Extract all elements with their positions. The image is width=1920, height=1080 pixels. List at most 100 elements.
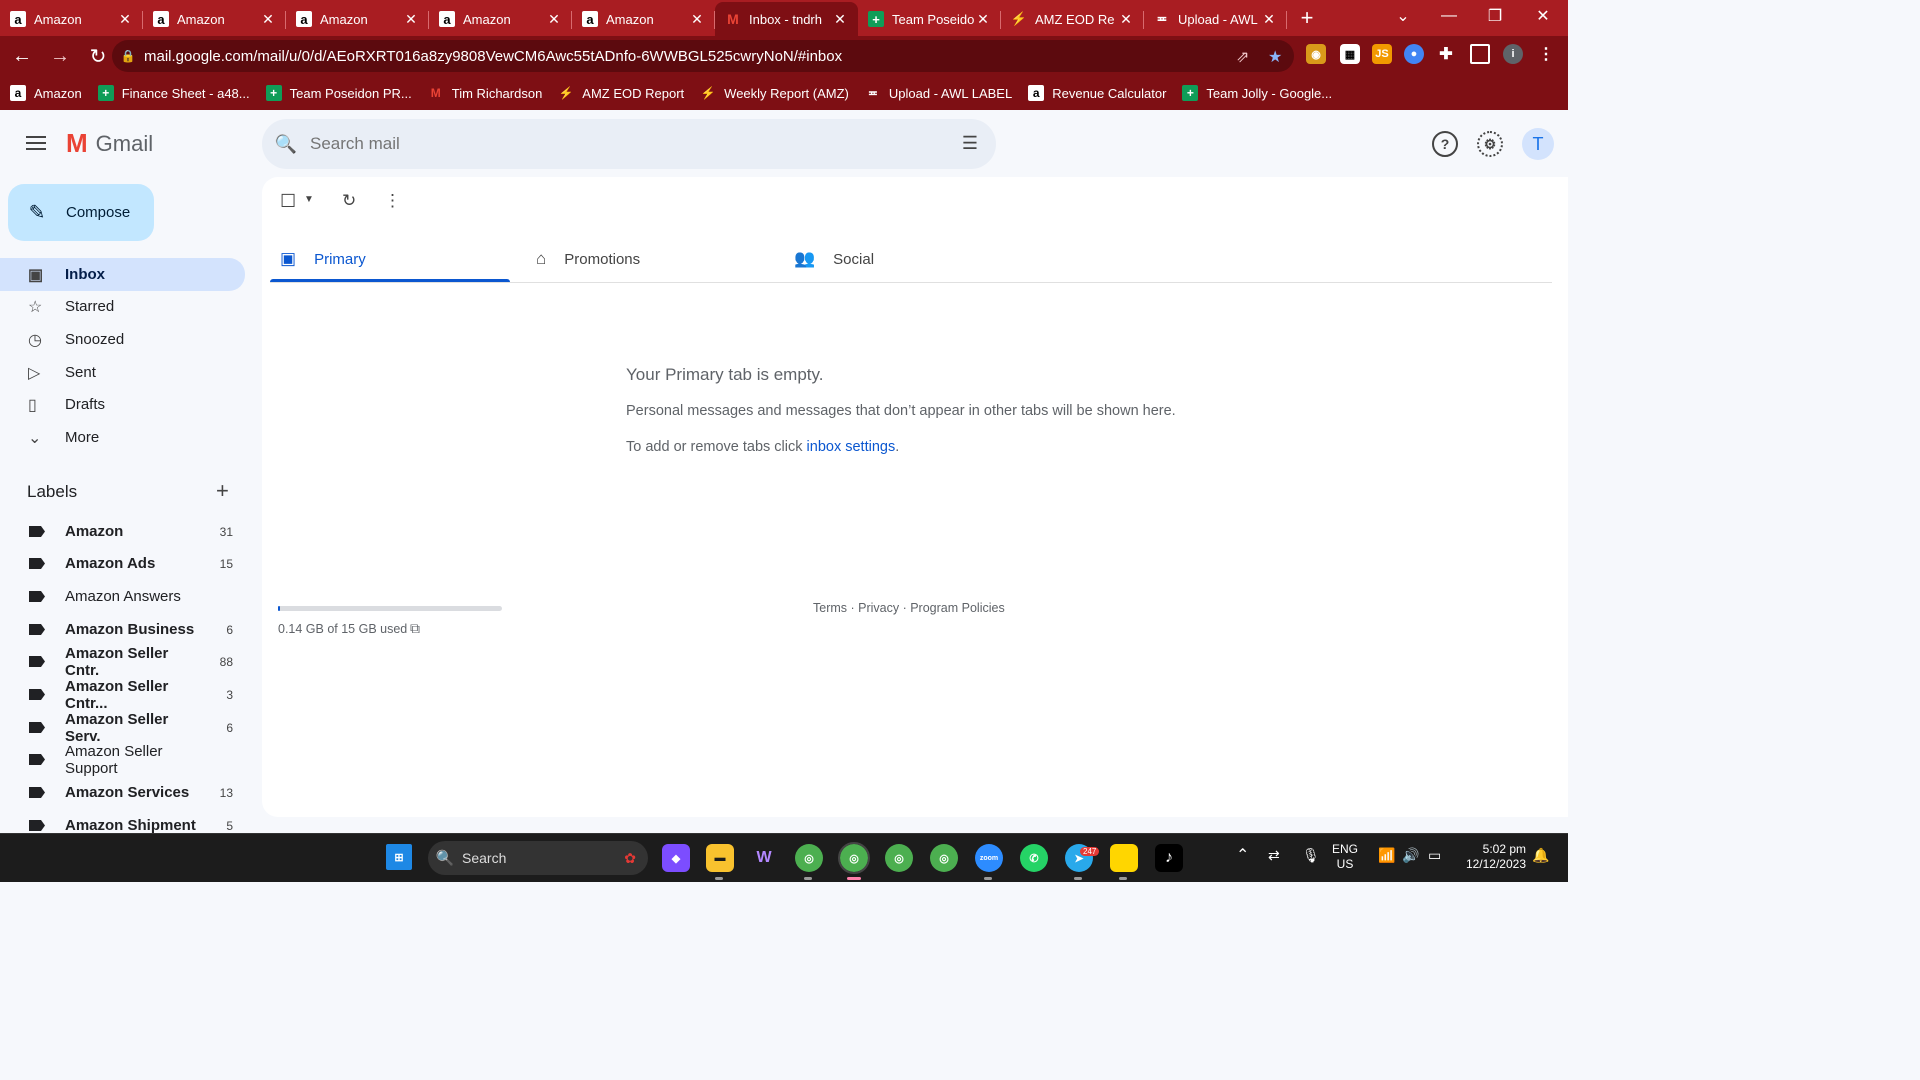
file-explorer-icon[interactable]: ▬ (706, 844, 734, 872)
reload-icon[interactable]: ↻ (82, 40, 114, 72)
w-app-icon[interactable]: W (750, 844, 778, 872)
select-checkbox[interactable]: ☐ (280, 191, 296, 212)
chrome-icon[interactable]: ◎ (930, 844, 958, 872)
label-item[interactable]: Amazon Business 6 (0, 613, 245, 646)
browser-tab[interactable]: a Amazon ✕ (572, 2, 715, 36)
extension-icon[interactable]: ◉ (1306, 44, 1326, 64)
label-item[interactable]: Amazon Seller Support (0, 743, 245, 777)
account-avatar[interactable]: T (1522, 128, 1554, 160)
copilot-icon[interactable]: ◆ (662, 844, 690, 872)
menu-dots-icon[interactable]: ⋮ (1536, 44, 1556, 64)
browser-tab[interactable]: a Amazon ✕ (429, 2, 572, 36)
restore-icon[interactable]: ❐ (1472, 0, 1518, 32)
volume-icon[interactable]: 🔊 (1402, 848, 1419, 863)
bookmark-star-icon[interactable]: ★ (1268, 47, 1282, 67)
close-icon[interactable]: ✕ (832, 11, 848, 28)
chevron-up-icon[interactable]: ⌃ (1236, 848, 1249, 864)
close-icon[interactable]: ✕ (546, 11, 562, 28)
close-icon[interactable]: ✕ (117, 11, 133, 28)
network-switch-icon[interactable]: ⇄ (1268, 848, 1280, 863)
bookmark-item[interactable]: ⚡ AMZ EOD Report (558, 85, 684, 101)
browser-tab[interactable]: ⚡ AMZ EOD Re ✕ (1001, 2, 1144, 36)
close-icon[interactable]: ✕ (1118, 11, 1134, 28)
label-item[interactable]: Amazon Ads 15 (0, 547, 245, 580)
main-menu-icon[interactable] (24, 132, 48, 156)
close-icon[interactable]: ✕ (403, 11, 419, 28)
gmail-logo[interactable]: M Gmail (66, 128, 153, 159)
nav-item-snoozed[interactable]: ◷ Snoozed (0, 323, 245, 356)
side-panel-icon[interactable] (1470, 44, 1490, 64)
back-icon[interactable]: ← (6, 40, 38, 72)
compose-button[interactable]: ✎ Compose (8, 184, 154, 241)
browser-tab-active[interactable]: M Inbox - tndrh ✕ (715, 2, 858, 36)
nav-item-drafts[interactable]: ▯ Drafts (0, 388, 245, 421)
whatsapp-icon[interactable]: ✆ (1020, 844, 1048, 872)
browser-tab[interactable]: + Team Poseido ✕ (858, 2, 1001, 36)
qr-extension-icon[interactable]: ▦ (1340, 44, 1360, 64)
taskbar-search[interactable]: 🔍 Search ✿ (428, 841, 648, 875)
label-item[interactable]: Amazon Seller Cntr. 88 (0, 645, 245, 679)
browser-tab[interactable]: a Amazon ✕ (286, 2, 429, 36)
label-item[interactable]: Amazon Services 13 (0, 776, 245, 809)
close-icon[interactable]: ✕ (975, 11, 991, 28)
bookmark-item[interactable]: ≖ Upload - AWL LABEL (865, 85, 1012, 101)
more-options-icon[interactable]: ⋮ (384, 191, 401, 211)
browser-tab[interactable]: a Amazon ✕ (0, 2, 143, 36)
profile-icon[interactable]: i (1503, 44, 1523, 64)
open-storage-icon[interactable]: ⧉ (410, 620, 420, 637)
tab-social[interactable]: 👥 Social (794, 235, 874, 283)
window-close-icon[interactable]: ✕ (1520, 0, 1566, 32)
wifi-icon[interactable]: 📶 (1378, 848, 1395, 863)
settings-gear-icon[interactable]: ⚙ (1477, 131, 1503, 157)
address-bar[interactable]: 🔒 mail.google.com/mail/u/0/d/AEoRXRT016a… (112, 40, 1294, 72)
help-icon[interactable]: ? (1432, 131, 1458, 157)
inbox-settings-link[interactable]: inbox settings (807, 439, 896, 455)
puzzle-icon[interactable]: ✚ (1436, 44, 1456, 64)
label-item[interactable]: Amazon Answers (0, 580, 245, 613)
language-indicator[interactable]: ENG US (1332, 842, 1358, 872)
select-dropdown-icon[interactable]: ▼ (304, 194, 314, 205)
footer-links[interactable]: Terms · Privacy · Program Policies (813, 601, 1005, 615)
tab-promotions[interactable]: ⌂ Promotions (536, 235, 640, 283)
search-input[interactable] (310, 134, 910, 154)
notification-bell-icon[interactable]: 🔔 (1532, 848, 1549, 863)
nav-item-more[interactable]: ⌄ More (0, 421, 245, 454)
label-item[interactable]: Amazon 31 (0, 515, 245, 548)
bookmark-item[interactable]: + Finance Sheet - a48... (97, 85, 250, 101)
color-extension-icon[interactable]: ● (1404, 44, 1424, 64)
close-icon[interactable]: ✕ (1261, 11, 1277, 28)
forward-icon[interactable]: → (44, 40, 76, 72)
label-item[interactable]: Amazon Seller Serv. 6 (0, 711, 245, 745)
browser-tab[interactable]: a Amazon ✕ (143, 2, 286, 36)
refresh-icon[interactable]: ↻ (342, 191, 356, 211)
search-icon[interactable]: 🔍 (262, 134, 310, 155)
nav-item-starred[interactable]: ☆ Starred (0, 290, 245, 323)
zoom-icon[interactable]: zoom (975, 844, 1003, 872)
microphone-icon[interactable]: 🎙 (1302, 848, 1320, 863)
nav-item-sent[interactable]: ▷ Sent (0, 356, 245, 389)
bookmark-item[interactable]: a Amazon (10, 85, 82, 101)
nav-item-inbox[interactable]: ▣ Inbox (0, 258, 245, 291)
minimize-icon[interactable]: — (1426, 0, 1472, 32)
bookmark-item[interactable]: + Team Jolly - Google... (1182, 85, 1332, 101)
label-item[interactable]: Amazon Seller Cntr... 3 (0, 678, 245, 712)
browser-tab[interactable]: ≖ Upload - AWL ✕ (1144, 2, 1287, 36)
bookmark-item[interactable]: a Revenue Calculator (1028, 85, 1166, 101)
chrome-icon[interactable]: ◎ (885, 844, 913, 872)
tiktok-icon[interactable]: ♪ (1155, 844, 1183, 872)
tab-primary[interactable]: ▣ Primary (280, 235, 366, 283)
battery-icon[interactable]: ▭ (1428, 848, 1441, 863)
bookmark-item[interactable]: + Team Poseidon PR... (265, 85, 412, 101)
tab-search-icon[interactable]: ⌄ (1380, 0, 1426, 32)
sticky-notes-icon[interactable] (1110, 844, 1138, 872)
add-label-icon[interactable]: + (216, 478, 229, 504)
start-icon[interactable]: ⊞ (386, 844, 412, 870)
share-icon[interactable]: ⇗ (1236, 47, 1249, 67)
close-icon[interactable]: ✕ (260, 11, 276, 28)
js-extension-icon[interactable]: JS (1372, 44, 1392, 64)
new-tab-button[interactable]: + (1287, 2, 1327, 36)
chrome-icon[interactable]: ◎ (838, 842, 870, 874)
lock-icon[interactable]: 🔒 (112, 49, 144, 63)
close-icon[interactable]: ✕ (689, 11, 705, 28)
search-options-icon[interactable]: ☰ (962, 133, 978, 154)
